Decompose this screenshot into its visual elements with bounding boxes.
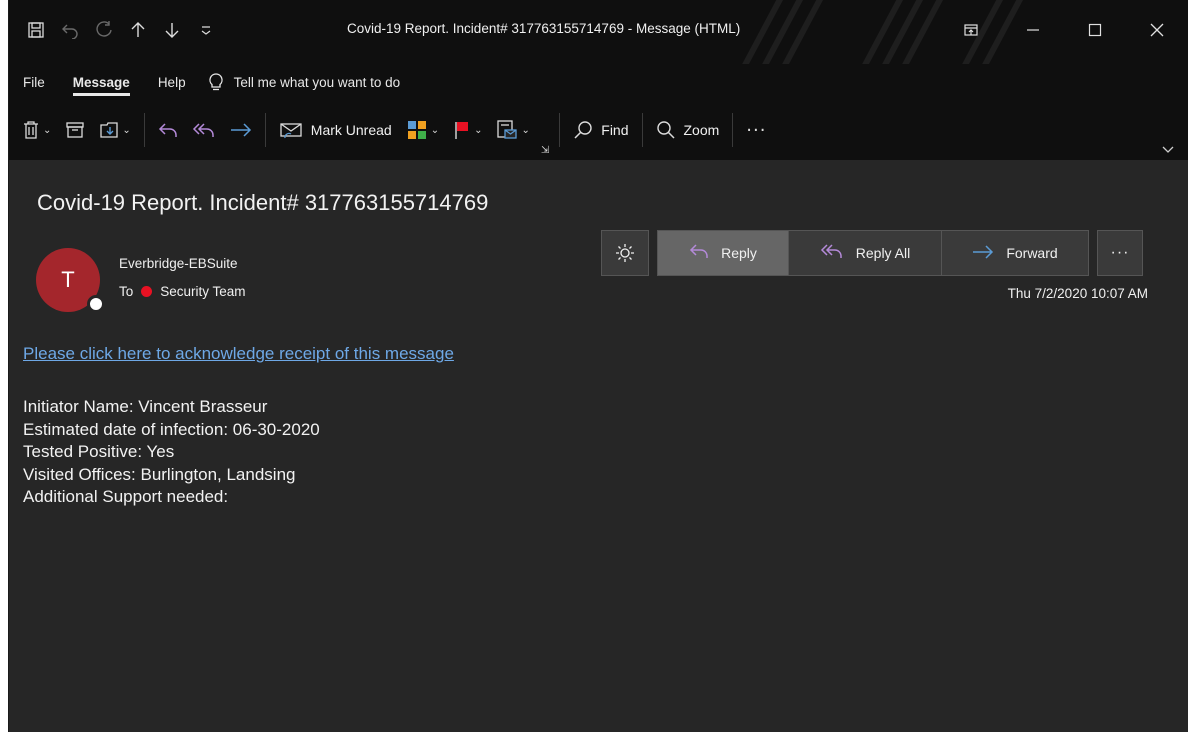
header-reply-button[interactable]: Reply xyxy=(657,230,788,276)
presence-status-icon xyxy=(87,295,105,313)
categorize-icon xyxy=(407,121,426,139)
tab-file[interactable]: File xyxy=(9,64,59,100)
save-message-icon xyxy=(497,120,518,139)
delete-button[interactable]: ⌄ xyxy=(15,110,58,150)
message-body: Initiator Name: Vincent Brasseur Estimat… xyxy=(23,396,320,509)
sun-icon xyxy=(616,244,634,262)
flag-icon xyxy=(455,122,469,139)
chevron-down-icon[interactable]: ⌄ xyxy=(521,125,529,136)
tab-message[interactable]: Message xyxy=(59,64,144,100)
follow-up-button[interactable]: ⌄ xyxy=(446,110,489,150)
find-label: Find xyxy=(601,122,629,138)
categorize-button[interactable]: ⌄ xyxy=(399,110,446,150)
chevron-down-icon[interactable]: ⌄ xyxy=(122,125,130,136)
ribbon-divider xyxy=(143,113,145,147)
reply-icon xyxy=(158,123,177,137)
body-line: Tested Positive: Yes xyxy=(23,442,175,461)
minimize-icon[interactable] xyxy=(1002,10,1064,50)
move-icon xyxy=(100,122,119,138)
chevron-down-icon[interactable]: ⌄ xyxy=(431,125,439,136)
header-forward-button[interactable]: Forward xyxy=(941,230,1089,276)
recipient-line: To Security Team xyxy=(119,284,246,299)
dialog-launcher-icon[interactable]: ⇲ xyxy=(537,140,553,160)
maximize-icon[interactable] xyxy=(1064,10,1126,50)
redo-icon[interactable] xyxy=(87,14,121,46)
search-icon xyxy=(574,121,592,139)
reply-label: Reply xyxy=(721,245,757,261)
tab-help[interactable]: Help xyxy=(144,64,200,100)
body-line: Initiator Name: Vincent Brasseur xyxy=(23,397,268,416)
outlook-message-window: Covid-19 Report. Incident# 3177631557147… xyxy=(8,0,1188,732)
ribbon-divider xyxy=(732,113,734,147)
quick-access-toolbar xyxy=(19,14,223,46)
ribbon-display-icon[interactable] xyxy=(940,10,1002,50)
to-label: To xyxy=(119,284,134,299)
forward-icon xyxy=(230,123,251,137)
undo-icon[interactable] xyxy=(53,14,87,46)
tell-me-label: Tell me what you want to do xyxy=(233,74,401,90)
archive-icon xyxy=(66,122,85,138)
chevron-down-icon[interactable]: ⌄ xyxy=(474,125,482,136)
save-icon[interactable] xyxy=(19,14,53,46)
reply-icon xyxy=(689,243,709,264)
ribbon-divider xyxy=(559,113,561,147)
reply-all-label: Reply All xyxy=(855,245,911,261)
chevron-down-icon[interactable]: ⌄ xyxy=(43,125,51,136)
window-controls xyxy=(940,10,1188,50)
zoom-icon xyxy=(656,121,675,139)
window-title: Covid-19 Report. Incident# 3177631557147… xyxy=(347,21,741,36)
forward-icon xyxy=(972,243,994,264)
zoom-button[interactable]: Zoom xyxy=(649,110,727,150)
move-button[interactable]: ⌄ xyxy=(92,110,137,150)
mark-unread-label: Mark Unread xyxy=(310,122,392,138)
archive-button[interactable] xyxy=(58,110,92,150)
menu-bar: File Message Help Tell me what you want … xyxy=(9,64,1188,100)
reply-all-icon xyxy=(820,243,844,264)
trash-icon xyxy=(24,121,38,139)
envelope-icon xyxy=(280,123,302,139)
lightbulb-icon xyxy=(208,73,223,91)
forward-label: Forward xyxy=(1006,245,1058,261)
title-bar: Covid-19 Report. Incident# 3177631557147… xyxy=(9,0,1188,64)
immersive-reader-button[interactable] xyxy=(601,230,649,276)
more-commands-button[interactable]: ··· xyxy=(739,110,773,150)
up-arrow-icon[interactable] xyxy=(121,14,155,46)
mark-unread-button[interactable]: Mark Unread xyxy=(272,110,399,150)
header-reply-all-button[interactable]: Reply All xyxy=(788,230,941,276)
body-line: Visited Offices: Burlington, Landsing xyxy=(23,464,296,484)
ribbon-toolbar: ⌄ ⌄ Mark Unread ⌄ ⌄ ⌄ ⇲ Find Zoom ··· xyxy=(9,100,1188,160)
tell-me-box[interactable]: Tell me what you want to do xyxy=(208,73,401,91)
reply-button[interactable] xyxy=(151,110,185,150)
recipient-status-icon xyxy=(141,286,153,297)
close-icon[interactable] xyxy=(1126,10,1188,50)
customize-icon[interactable] xyxy=(189,14,223,46)
sender-name[interactable]: Everbridge-EBSuite xyxy=(119,256,238,271)
acknowledge-link[interactable]: Please click here to acknowledge receipt… xyxy=(23,344,454,364)
message-date: Thu 7/2/2020 10:07 AM xyxy=(1007,286,1148,301)
reply-all-button[interactable] xyxy=(185,110,223,150)
ribbon-divider xyxy=(264,113,266,147)
zoom-label: Zoom xyxy=(683,122,720,138)
body-line: Estimated date of infection: 06-30-2020 xyxy=(23,419,320,439)
forward-button[interactable] xyxy=(223,110,259,150)
message-subject: Covid-19 Report. Incident# 3177631557147… xyxy=(37,190,489,215)
ribbon-divider xyxy=(641,113,643,147)
reply-group: Reply Reply All Forward xyxy=(657,230,1089,276)
header-more-button[interactable]: ··· xyxy=(1097,230,1143,276)
find-button[interactable]: Find xyxy=(566,110,635,150)
reply-all-icon xyxy=(192,123,214,137)
ribbon-expand-icon[interactable] xyxy=(1162,144,1174,157)
recipient-name[interactable]: Security Team xyxy=(160,284,245,299)
rules-button[interactable]: ⌄ xyxy=(489,110,536,150)
body-line: Additional Support needed: xyxy=(23,487,229,506)
down-arrow-icon[interactable] xyxy=(155,14,189,46)
message-actions: Reply Reply All Forward ··· xyxy=(601,230,1143,276)
